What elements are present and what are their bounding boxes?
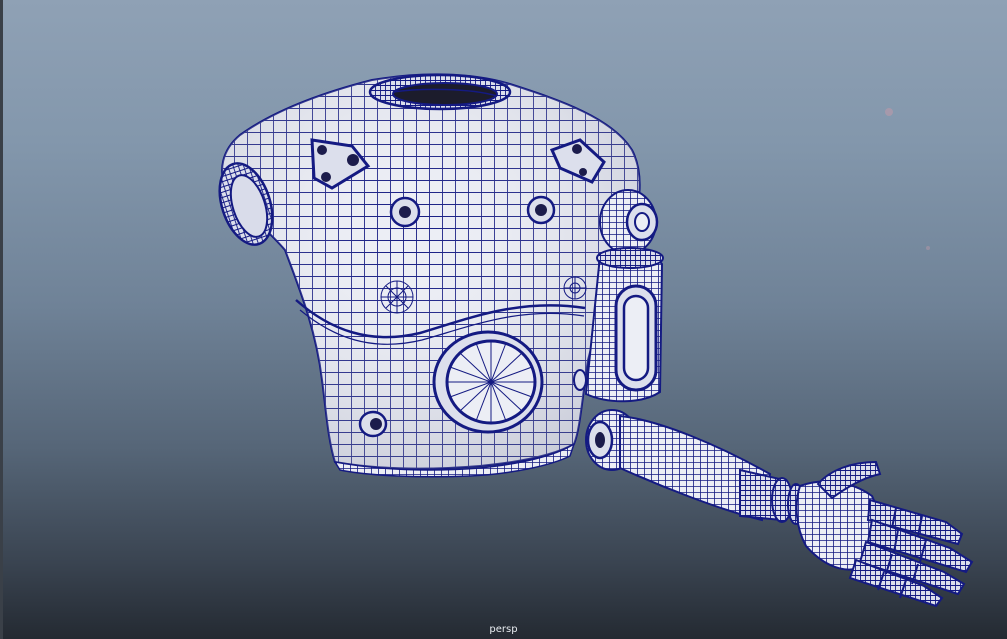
perspective-viewport[interactable]: persp	[0, 0, 1007, 639]
waist-bolt-left[interactable]	[358, 410, 388, 438]
chest-bolt-right[interactable]	[526, 195, 556, 225]
arm-mesh[interactable]	[584, 189, 974, 608]
viewport-speck	[885, 108, 893, 116]
abdomen-disc[interactable]	[432, 330, 544, 434]
viewport-scene[interactable]	[0, 0, 1007, 639]
shoulder-joint-right[interactable]	[599, 189, 659, 255]
pectoral-pole-left	[380, 280, 414, 314]
torso-mesh[interactable]	[210, 73, 641, 478]
waist-bolt-right[interactable]	[573, 369, 587, 391]
forearm[interactable]	[619, 414, 786, 522]
robot-hand[interactable]	[795, 460, 974, 608]
chest-bolt-left[interactable]	[389, 196, 421, 228]
pectoral-pole-right	[563, 276, 587, 300]
torso-shading	[222, 74, 640, 469]
neck-collar[interactable]	[368, 73, 512, 111]
camera-name-label: persp	[489, 624, 518, 635]
viewport-speck	[926, 246, 930, 250]
upper-arm[interactable]	[584, 247, 664, 403]
